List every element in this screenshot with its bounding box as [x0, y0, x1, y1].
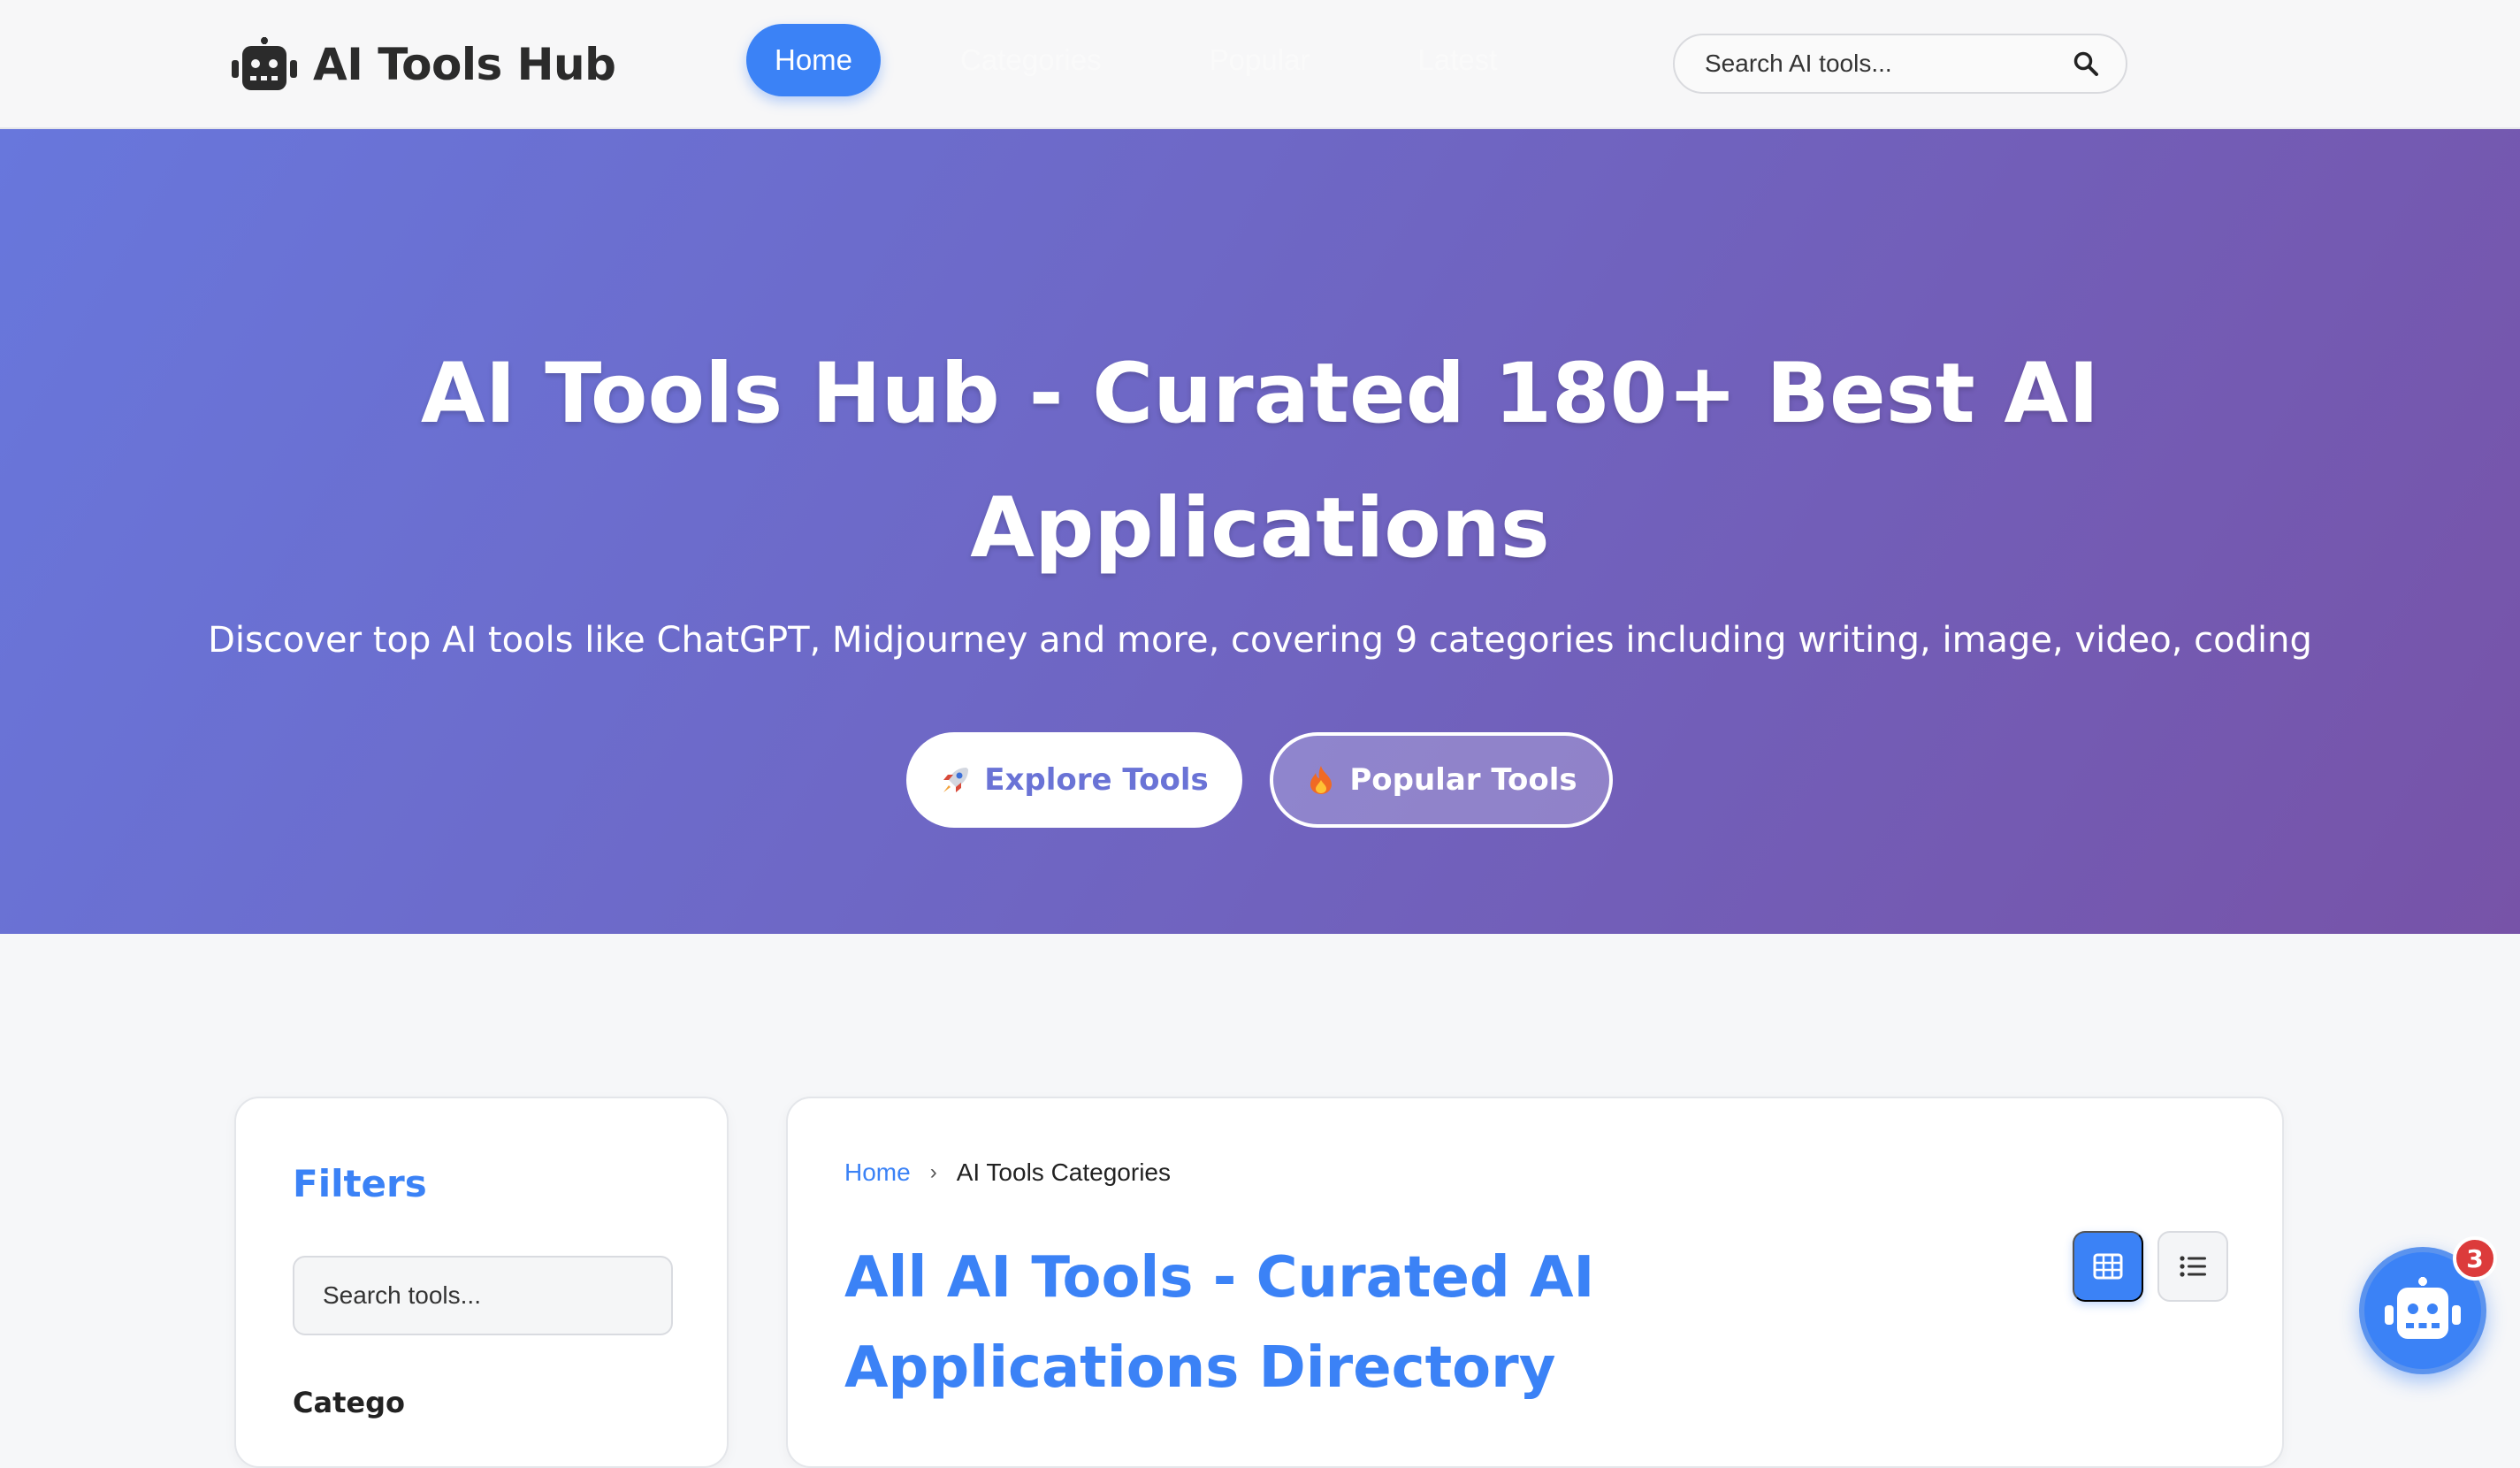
popular-tools-button[interactable]: Popular Tools [1270, 732, 1613, 828]
grid-view-icon [2093, 1253, 2123, 1280]
filters-sidebar: Filters Catego [234, 1097, 729, 1468]
explore-tools-button[interactable]: Explore Tools [906, 732, 1242, 828]
filter-search [293, 1256, 673, 1335]
rocket-icon [943, 768, 969, 792]
breadcrumb-separator: › [929, 1160, 937, 1184]
robot-icon [232, 37, 297, 90]
nav-latest[interactable]: Latest [1389, 24, 1525, 96]
filters-title: Filters [293, 1162, 427, 1205]
main-nav: Home Categories Popular Latest [746, 23, 1577, 97]
robot-icon [2385, 1277, 2461, 1339]
popular-tools-label: Popular Tools [1349, 762, 1577, 798]
nav-categories[interactable]: Categories [932, 24, 1130, 96]
filter-search-input[interactable] [323, 1281, 643, 1310]
breadcrumb: Home › AI Tools Categories [844, 1158, 1171, 1187]
brand-name: AI Tools Hub [313, 39, 616, 90]
hero-title: AI Tools Hub - Curated 180+ Best AI Appl… [420, 346, 2100, 577]
page-title: All AI Tools - Curated AI Applications D… [844, 1245, 1595, 1401]
site-header: AI Tools Hub Home Categories Popular Lat… [0, 0, 2520, 129]
explore-tools-label: Explore Tools [984, 762, 1209, 798]
categories-heading: Catego [293, 1386, 405, 1419]
search-icon[interactable] [2073, 50, 2099, 77]
fire-icon [1310, 766, 1333, 794]
list-view-icon [2180, 1256, 2206, 1277]
header-search [1673, 34, 2127, 94]
grid-view-button[interactable] [2073, 1231, 2143, 1302]
nav-popular[interactable]: Popular [1181, 24, 1339, 96]
nav-home[interactable]: Home [746, 24, 882, 96]
tools-panel: Home › AI Tools Categories All AI Tools … [786, 1097, 2284, 1468]
breadcrumb-home[interactable]: Home [844, 1158, 911, 1187]
header-search-input[interactable] [1705, 50, 2073, 78]
chat-notification-badge: 3 [2453, 1236, 2497, 1281]
hero-subtitle: Discover top AI tools like ChatGPT, Midj… [208, 620, 2312, 661]
breadcrumb-current: AI Tools Categories [956, 1158, 1171, 1186]
list-view-button[interactable] [2157, 1231, 2228, 1302]
hero-banner: AI Tools Hub - Curated 180+ Best AI Appl… [0, 129, 2520, 934]
brand[interactable]: AI Tools Hub [232, 34, 616, 96]
